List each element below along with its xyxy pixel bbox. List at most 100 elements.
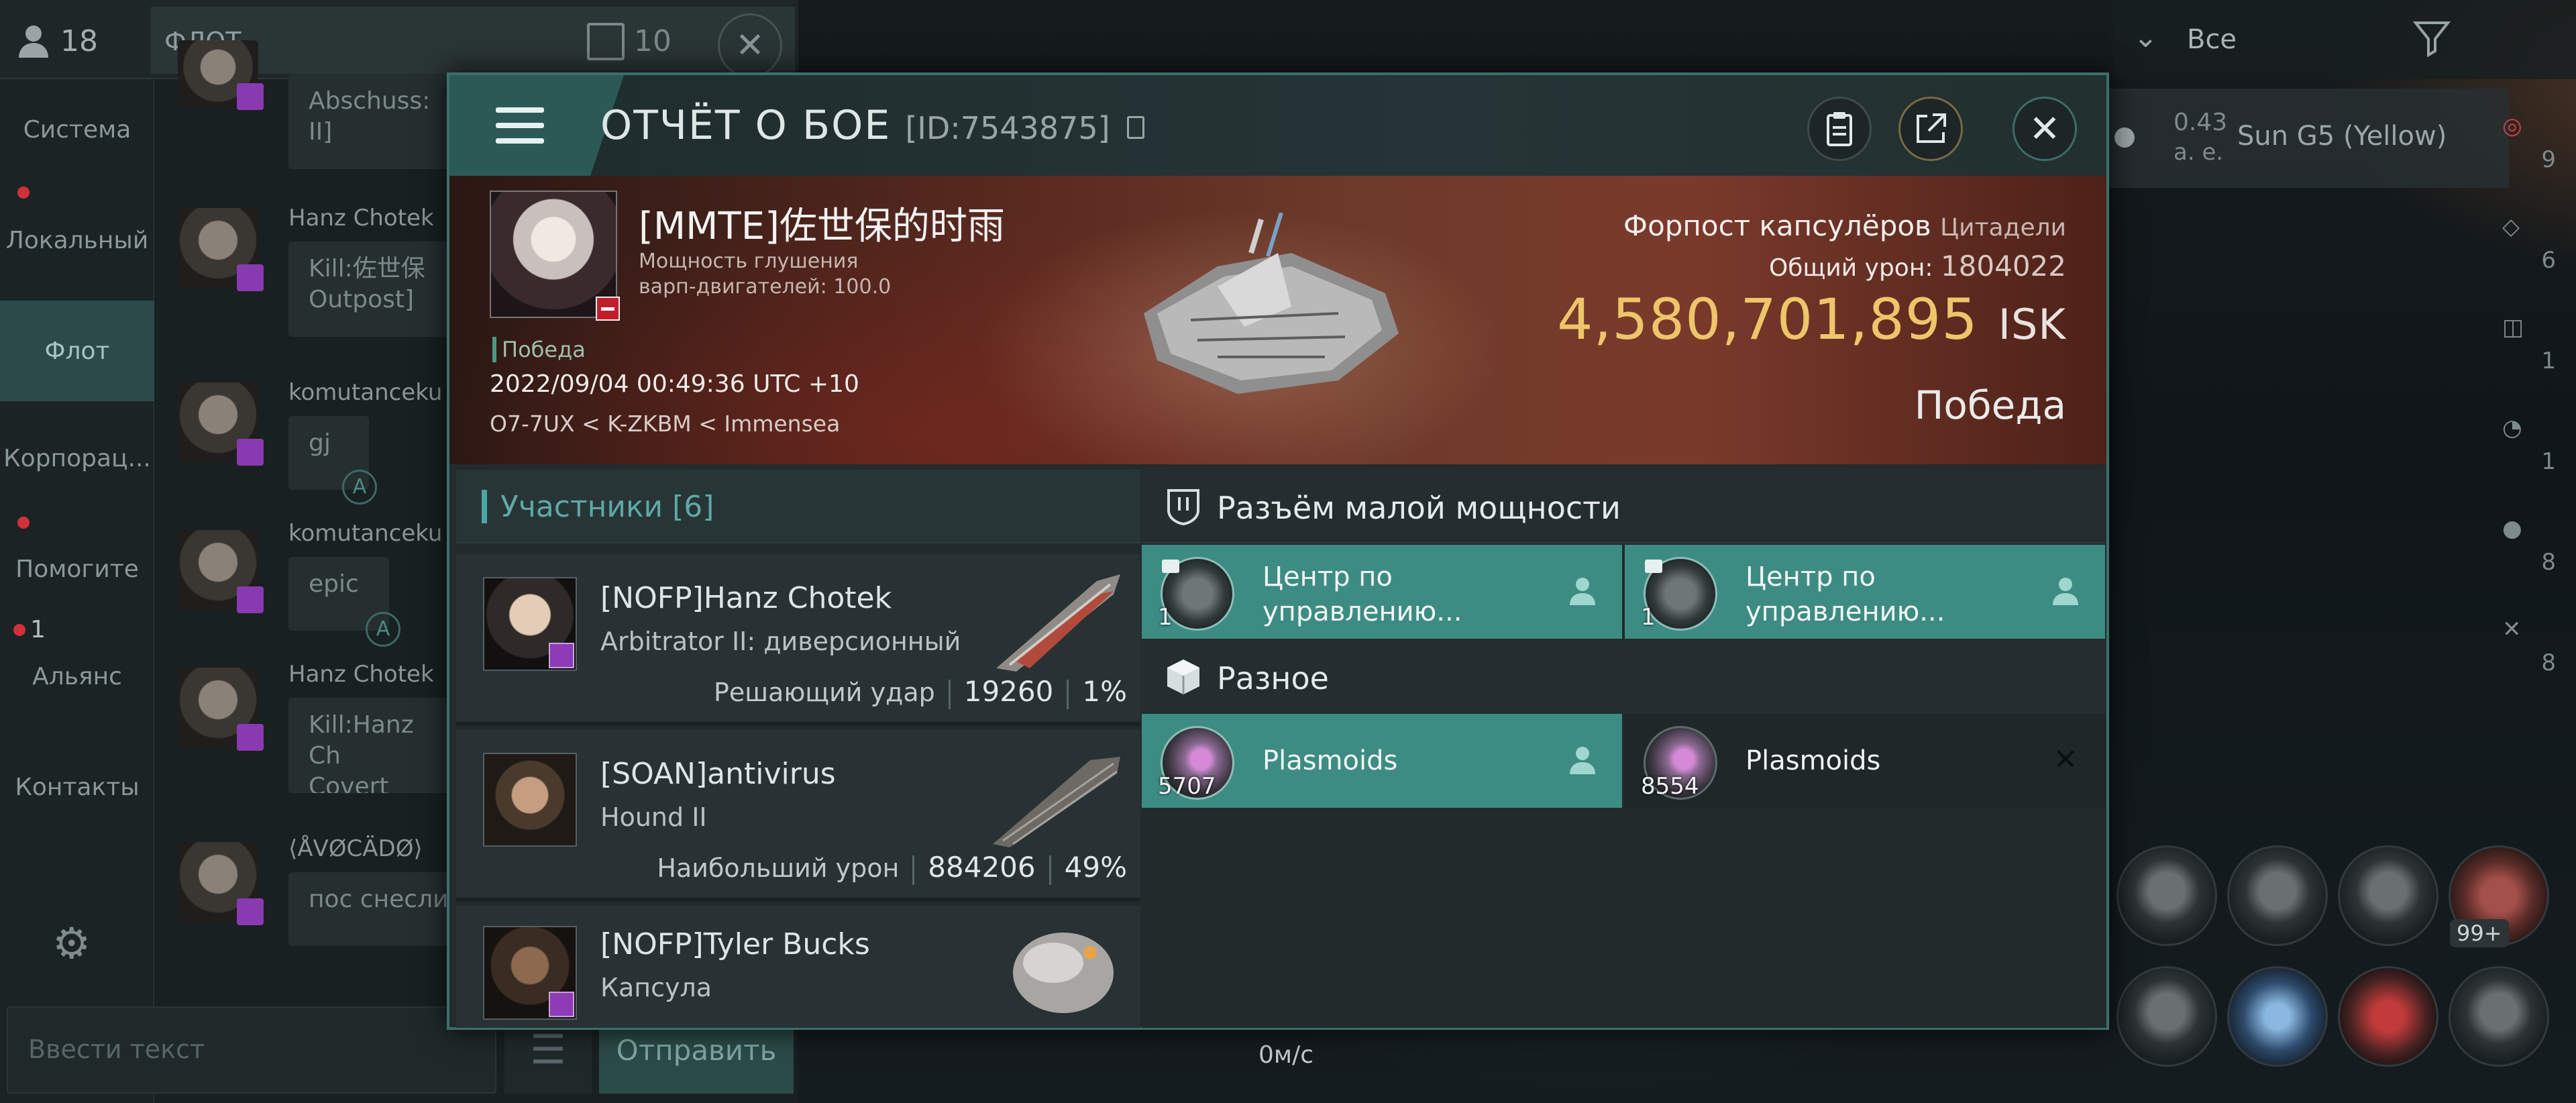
ship-type[interactable]: Форпост капсулёров Цитадели [1623, 209, 2066, 242]
kill-location[interactable]: O7-7UX < K-ZKBM < Immensea [490, 411, 840, 437]
overview-filter-label[interactable]: Все [2187, 24, 2237, 55]
chat-avatar[interactable] [178, 842, 264, 925]
right-icon-6[interactable]: 8 ✕ [2482, 609, 2576, 710]
loot-item[interactable]: 1 Центр по управлению... [1142, 545, 1622, 639]
settings-gear-icon[interactable]: ⚙ [52, 919, 91, 969]
copy-id-icon[interactable] [1126, 116, 1144, 140]
module-slot-6[interactable] [2227, 966, 2328, 1067]
item-quantity: 5707 [1158, 773, 1216, 800]
participant-row[interactable]: [SOAN]antivirus Hound II Наибольший урон… [456, 730, 1140, 902]
info-badge [237, 898, 264, 925]
right-icon-2[interactable]: 6 ◇ [2482, 207, 2576, 307]
chevron-down-icon[interactable]: ⌄ [2133, 20, 2158, 54]
info-badge [237, 586, 264, 613]
right-icon-column: 9 ◎ 6 ◇ 1 ◫ 1 ◔ 8 ● 8 ✕ [2482, 94, 2576, 676]
module-slot-1[interactable] [2116, 845, 2217, 946]
isk-amount: 4,580,701,895 [1557, 286, 1978, 352]
nav-item-alliance[interactable]: Альянс [0, 626, 154, 727]
chat-message[interactable]: Abschuss: II] [288, 74, 456, 169]
right-count: 8 [2541, 549, 2556, 576]
clipboard-button[interactable] [1807, 97, 1872, 161]
chat-avatar[interactable] [178, 382, 264, 466]
chat-topbar: 18 ФЛОТ 10 ✕ [0, 0, 798, 79]
divider [1067, 679, 1069, 709]
item-quantity: 1 [1641, 604, 1656, 631]
participants-panel: Участники [6] [NOFP]Hanz Chotek Arbitrat… [456, 470, 1140, 1028]
report-id: [ID:7543875] [905, 110, 1110, 146]
loot-item[interactable]: 1 Центр по управлению... [1625, 545, 2105, 639]
nav-item-local[interactable]: Локальный [0, 190, 154, 291]
participant-row[interactable]: [NOFP]Tyler Bucks Капсула [456, 906, 1140, 1028]
participant-damage: 19260 [963, 675, 1054, 708]
chat-avatar[interactable] [178, 208, 264, 291]
participant-ship: Arbitrator II: диверсионный [600, 627, 961, 656]
module-slot-2[interactable] [2227, 845, 2328, 946]
sender-name: komutanceku [288, 379, 443, 406]
chat-avatar[interactable] [178, 530, 264, 613]
divider [1049, 855, 1051, 885]
right-count: 9 [2541, 146, 2556, 173]
nav-item-system[interactable]: Система [0, 79, 154, 180]
overview-row[interactable]: 0.43 а. е. Sun G5 (Yellow) [2106, 89, 2509, 188]
nav-item-fleet[interactable]: Флот [0, 301, 154, 401]
module-slot-8[interactable] [2449, 966, 2549, 1067]
menu-button[interactable] [449, 75, 590, 176]
nav-label: Контакты [15, 773, 140, 801]
info-badge [549, 992, 574, 1017]
message-text: пос снесли [309, 886, 449, 913]
participant-portrait[interactable] [483, 577, 577, 671]
send-button-label: Отправить [616, 1033, 777, 1067]
loot-item[interactable]: 8554 Plasmoids ✕ [1625, 714, 2105, 808]
citadel-image[interactable] [1117, 213, 1412, 414]
chat-input-placeholder: Ввести текст [28, 1035, 205, 1064]
right-count: 6 [2541, 247, 2556, 274]
close-icon: ✕ [2029, 107, 2061, 151]
participant-portrait[interactable] [483, 753, 577, 847]
right-icon-4[interactable]: 1 ◔ [2482, 408, 2576, 509]
item-name: Plasmoids [1263, 745, 1398, 776]
filter-icon[interactable] [2412, 17, 2452, 58]
module-slot-3[interactable] [2338, 845, 2438, 946]
close-channel-icon[interactable]: ✕ [718, 13, 782, 78]
nav-item-contacts[interactable]: Контакты [0, 737, 154, 837]
ship-image [996, 574, 1120, 672]
chat-message[interactable]: Kill:Hanz Ch Covert Ops [288, 698, 456, 793]
pilot-count: 18 [60, 24, 98, 58]
header-accent [482, 490, 487, 523]
overview-filter-bar: ⌄ Все [2113, 0, 2576, 79]
target-icon: ◎ [2502, 113, 2522, 140]
chat-input[interactable]: Ввести текст [7, 1006, 496, 1094]
celestial-icon [2114, 127, 2135, 148]
nav-item-corp[interactable]: Корпорац... [0, 408, 154, 509]
participant-row[interactable]: [NOFP]Hanz Chotek Arbitrator II: диверси… [456, 554, 1140, 726]
info-badge [237, 439, 264, 466]
right-icon-3[interactable]: 1 ◫ [2482, 307, 2576, 408]
chat-message[interactable]: пос снесли [288, 872, 456, 946]
loot-item[interactable]: 5707 Plasmoids [1142, 714, 1622, 808]
right-icon-1[interactable]: 9 ◎ [2482, 106, 2576, 207]
total-damage-label: Общий урон: [1768, 254, 1933, 282]
loot-panel: Разъём малой мощности 1 Центр по управле… [1142, 470, 2106, 1028]
share-button[interactable] [1898, 97, 1963, 161]
right-icon-5[interactable]: 8 ● [2482, 509, 2576, 609]
hostile-flag-icon [596, 297, 620, 321]
dropped-person-icon [2053, 578, 2078, 605]
module-slot-7[interactable] [2338, 966, 2438, 1067]
participant-stats: Наибольший урон 884206 49% [657, 851, 1127, 885]
module-slot-5[interactable] [2116, 966, 2217, 1067]
close-button[interactable]: ✕ [2012, 97, 2077, 161]
victim-name[interactable]: [MMTE]佐世保的时雨 [639, 196, 1005, 250]
participant-portrait[interactable] [483, 926, 577, 1020]
chat-avatar[interactable] [178, 40, 264, 110]
isk-value: 4,580,701,895 ISK [1557, 286, 2066, 352]
fleet-icon[interactable] [587, 23, 625, 60]
planet-icon: ◔ [2502, 415, 2522, 441]
chat-message[interactable]: Kill:佐世保 Outpost] [288, 242, 456, 337]
nav-label: Локальный [5, 226, 149, 254]
slot-tag-icon [1645, 560, 1662, 573]
right-count: 1 [2541, 348, 2556, 374]
chat-avatar[interactable] [178, 668, 264, 751]
nav-label: Флот [44, 337, 110, 365]
nav-item-help[interactable]: Помогите [0, 519, 154, 619]
right-count: 1 [2541, 448, 2556, 475]
